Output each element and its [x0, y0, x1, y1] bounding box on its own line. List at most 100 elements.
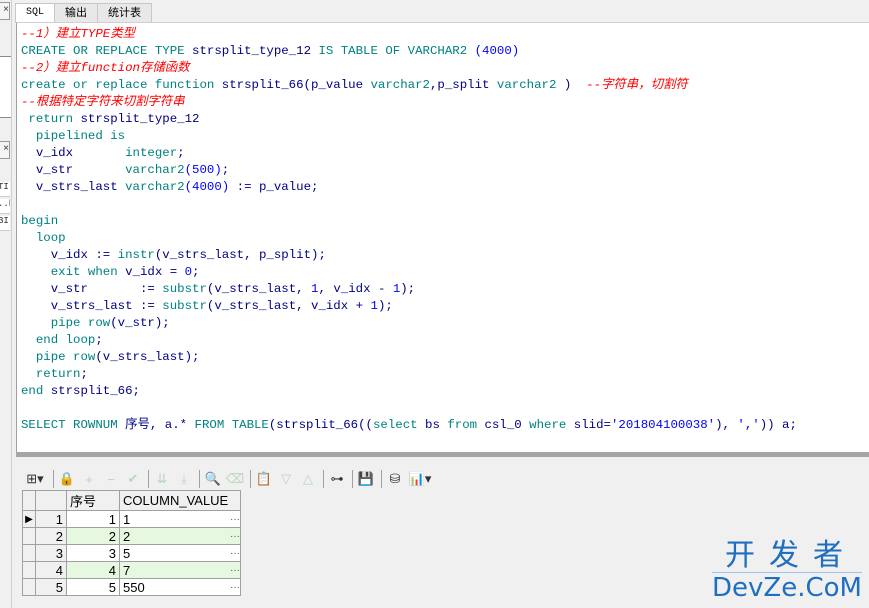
clear-icon[interactable]: ⌫ — [225, 469, 245, 489]
cell-seq[interactable]: 3 — [66, 544, 120, 562]
code-line[interactable]: loop — [21, 230, 797, 247]
code-token: 0 — [184, 265, 193, 279]
close-icon[interactable]: × — [0, 2, 10, 20]
row-indicator[interactable] — [22, 527, 36, 545]
cell-column-value[interactable]: 550 — [119, 578, 230, 596]
left-panel-row[interactable]: BI — [0, 216, 10, 231]
next-record-icon[interactable]: ▽ — [276, 469, 296, 489]
code-token: ; — [95, 333, 103, 347]
sql-code[interactable]: --1）建立TYPE类型 CREATE OR REPLACE TYPE strsp… — [21, 26, 797, 434]
row-indicator[interactable] — [22, 544, 36, 562]
column-header-seq[interactable]: 序号 — [66, 490, 120, 511]
code-token: end loop — [21, 333, 96, 347]
table-row[interactable]: ▶ 1 1 1 ··· — [22, 510, 241, 528]
row-number[interactable]: 3 — [35, 544, 67, 562]
table-row[interactable]: 5 5 550 ··· — [22, 578, 241, 596]
results-grid[interactable]: 序号 COLUMN_VALUE ▶ 1 1 1 ··· 2 2 2 ··· 3 3 5 ··· 4 4 7 ··… — [22, 490, 241, 596]
code-token: return — [21, 367, 81, 381]
tab-statistics[interactable]: 统计表 — [97, 3, 153, 22]
code-line[interactable]: v_idx := instr(v_strs_last, p_split); — [21, 247, 797, 264]
fetch-all-icon[interactable]: ⤓ — [174, 469, 194, 489]
row-indicator[interactable] — [22, 578, 36, 596]
code-token: v_idx = — [125, 265, 185, 279]
code-line[interactable]: v_strs_last varchar2(4000) := p_value; — [21, 179, 797, 196]
code-line[interactable]: --根据特定字符来切割字符串 — [21, 94, 797, 111]
cell-seq[interactable]: 1 — [66, 510, 120, 528]
code-line[interactable]: v_str varchar2(500); — [21, 162, 797, 179]
row-number[interactable]: 5 — [35, 578, 67, 596]
cell-edit-button[interactable]: ··· — [230, 578, 241, 596]
close-icon[interactable]: × — [0, 141, 10, 159]
add-record-icon[interactable]: + — [79, 469, 99, 489]
code-token: varchar2 — [125, 180, 185, 194]
editor-tabs: SQL 输出 统计表 — [15, 3, 153, 23]
export-tree-icon[interactable]: ⊶ — [327, 469, 347, 489]
delete-record-icon[interactable]: − — [101, 469, 121, 489]
code-line[interactable]: begin — [21, 213, 797, 230]
cell-edit-button[interactable]: ··· — [230, 561, 241, 579]
left-panel-row[interactable]: TI — [0, 182, 10, 197]
query-by-example-icon[interactable]: 📋 — [254, 469, 274, 489]
code-line[interactable]: exit when v_idx = 0; — [21, 264, 797, 281]
code-line[interactable]: v_idx integer; — [21, 145, 797, 162]
code-line[interactable]: create or replace function strsplit_66(p… — [21, 77, 797, 94]
code-token: strsplit_type_12 — [80, 112, 200, 126]
row-number[interactable]: 1 — [35, 510, 67, 528]
code-line[interactable]: CREATE OR REPLACE TYPE strsplit_type_12 … — [21, 43, 797, 60]
code-line[interactable]: --2）建立function存储函数 — [21, 60, 797, 77]
save-icon[interactable]: 💾 — [356, 469, 376, 489]
table-row[interactable]: 4 4 7 ··· — [22, 561, 241, 579]
previous-record-icon[interactable]: △ — [298, 469, 318, 489]
code-line[interactable]: --1）建立TYPE类型 — [21, 26, 797, 43]
cell-column-value[interactable]: 2 — [119, 527, 230, 545]
cell-seq[interactable]: 4 — [66, 561, 120, 579]
toolbar-separator — [199, 470, 200, 488]
cell-column-value[interactable]: 7 — [119, 561, 230, 579]
row-indicator[interactable] — [22, 561, 36, 579]
code-line[interactable]: v_str := substr(v_strs_last, 1, v_idx - … — [21, 281, 797, 298]
grid-options-icon[interactable]: ⊞▾ — [22, 469, 48, 489]
cell-column-value[interactable]: 5 — [119, 544, 230, 562]
code-line[interactable]: end strsplit_66; — [21, 383, 797, 400]
toolbar-separator — [148, 470, 149, 488]
table-row[interactable]: 2 2 2 ··· — [22, 527, 241, 545]
table-row[interactable]: 3 3 5 ··· — [22, 544, 241, 562]
find-icon[interactable]: 🔍 — [203, 469, 223, 489]
cell-edit-button[interactable]: ··· — [230, 544, 241, 562]
tab-sql[interactable]: SQL — [15, 3, 56, 23]
code-token: csl_0 — [484, 418, 530, 432]
fetch-next-icon[interactable]: ⇊ — [152, 469, 172, 489]
sql-editor[interactable]: --1）建立TYPE类型 CREATE OR REPLACE TYPE strsp… — [16, 22, 869, 453]
pane-splitter[interactable] — [16, 452, 869, 457]
cell-seq[interactable]: 2 — [66, 527, 120, 545]
chart-icon[interactable]: 📊▾ — [407, 469, 433, 489]
cell-column-value[interactable]: 1 — [119, 510, 230, 528]
code-line[interactable]: return; — [21, 366, 797, 383]
cell-edit-button[interactable]: ··· — [230, 527, 241, 545]
code-line[interactable] — [21, 196, 797, 213]
code-line[interactable]: end loop; — [21, 332, 797, 349]
column-header-column-value[interactable]: COLUMN_VALUE — [119, 490, 241, 511]
row-number[interactable]: 2 — [35, 527, 67, 545]
database-icon[interactable]: ⛁ — [385, 469, 405, 489]
code-token: SELECT ROWNUM — [21, 418, 126, 432]
code-line[interactable]: return strsplit_type_12 — [21, 111, 797, 128]
lock-icon[interactable]: 🔒 — [57, 469, 77, 489]
row-indicator[interactable]: ▶ — [22, 510, 36, 528]
tab-output[interactable]: 输出 — [54, 3, 99, 22]
code-line[interactable]: SELECT ROWNUM 序号, a.* FROM TABLE(strspli… — [21, 417, 797, 434]
code-token: := p_value; — [229, 180, 319, 194]
code-line[interactable] — [21, 400, 797, 417]
cell-edit-button[interactable]: ··· — [230, 510, 241, 528]
code-line[interactable]: pipe row(v_str); — [21, 315, 797, 332]
row-number[interactable]: 4 — [35, 561, 67, 579]
code-line[interactable]: pipelined is — [21, 128, 797, 145]
post-changes-icon[interactable]: ✔ — [123, 469, 143, 489]
toolbar-separator — [323, 470, 324, 488]
code-line[interactable]: v_strs_last := substr(v_strs_last, v_idx… — [21, 298, 797, 315]
cell-seq[interactable]: 5 — [66, 578, 120, 596]
left-panel-row[interactable]: ..b — [0, 199, 10, 214]
code-token: strsplit_type_12 — [192, 44, 319, 58]
code-line[interactable]: pipe row(v_strs_last); — [21, 349, 797, 366]
code-token: varchar2 — [496, 78, 557, 92]
